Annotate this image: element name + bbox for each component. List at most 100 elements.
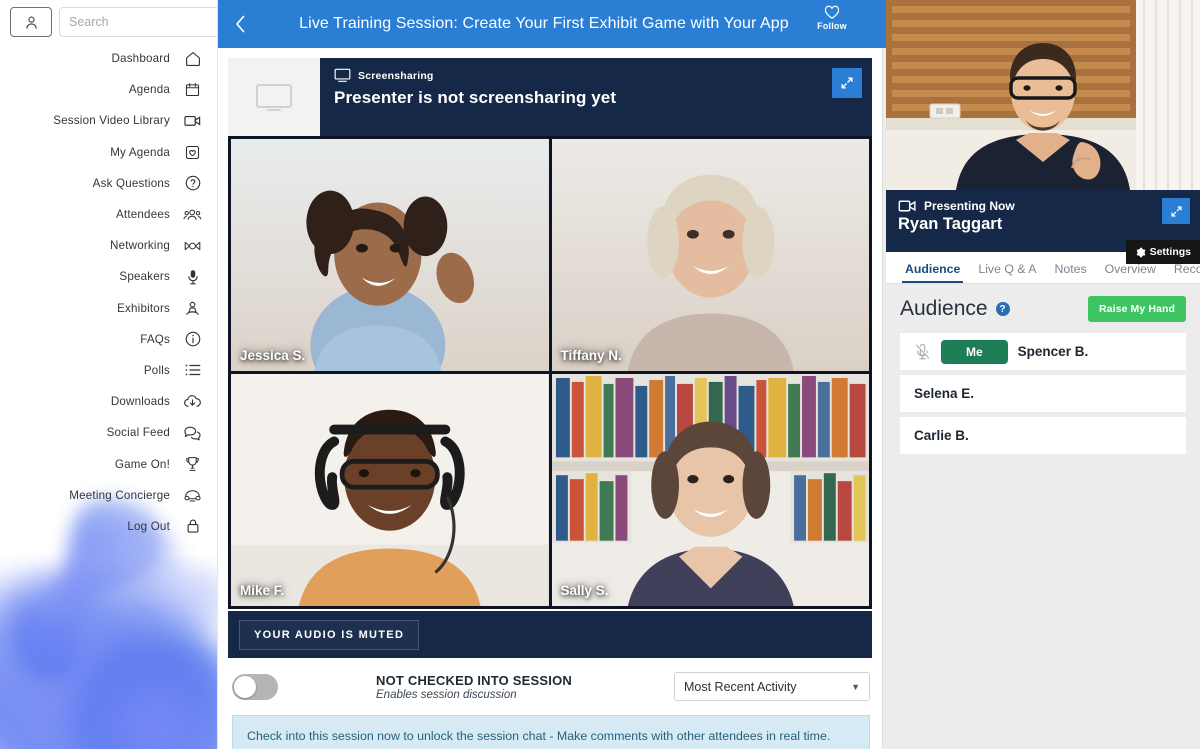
presenter-video[interactable] <box>886 0 1200 190</box>
sidebar-item-label: Social Feed <box>106 426 170 440</box>
exhibitor-icon <box>183 299 202 318</box>
heart-box-icon <box>183 143 202 162</box>
sidebar-item-label: Game On! <box>114 457 170 471</box>
checkin-text: NOT CHECKED INTO SESSION Enables session… <box>292 673 660 701</box>
screenshare-message: Presenter is not screensharing yet <box>334 88 617 107</box>
tab-notes[interactable]: Notes <box>1045 262 1095 283</box>
sidebar-item-label: Speakers <box>119 270 170 284</box>
audience-title: Audience <box>900 297 988 320</box>
search-box[interactable] <box>59 7 217 37</box>
list-icon <box>183 361 202 380</box>
list-item[interactable]: Selena E. <box>900 375 1186 412</box>
tab-recommendations[interactable]: Recomm <box>1165 262 1200 283</box>
presenter-expand-button[interactable] <box>1162 198 1190 224</box>
screenshare-section: Screensharing Presenter is not screensha… <box>218 48 882 136</box>
sidebar-item-attendees[interactable]: Attendees <box>0 199 217 230</box>
sidebar-item-speakers[interactable]: Speakers <box>0 261 217 292</box>
settings-button[interactable]: Settings <box>1125 240 1200 264</box>
expand-arrows-icon <box>841 77 853 89</box>
tab-audience[interactable]: Audience <box>896 262 969 283</box>
main-column: Live Training Session: Create Your First… <box>218 0 886 749</box>
audio-status-bar: YOUR AUDIO IS MUTED <box>228 611 872 658</box>
screenshare-status-bar: Screensharing Presenter is not screensha… <box>320 58 872 136</box>
presenting-now-label: Presenting Now <box>924 199 1015 213</box>
tab-live-qa[interactable]: Live Q & A <box>969 262 1045 283</box>
sidebar-item-exhibitors[interactable]: Exhibitors <box>0 293 217 324</box>
app-root: Dashboard Agenda <box>0 0 1200 749</box>
sort-dropdown[interactable]: Most Recent Activity ▼ <box>674 672 870 701</box>
home-icon <box>183 49 202 68</box>
sidebar-item-label: Downloads <box>110 395 170 409</box>
monitor-icon <box>334 68 351 82</box>
audience-header: Audience ? Raise My Hand <box>900 296 1186 322</box>
audio-muted-button[interactable]: YOUR AUDIO IS MUTED <box>239 619 420 650</box>
participant-photo <box>231 374 549 606</box>
sidebar-item-faqs[interactable]: FAQs <box>0 324 217 355</box>
sidebar-item-label: Exhibitors <box>117 301 170 315</box>
sidebar-item-game-on[interactable]: Game On! <box>0 448 217 479</box>
video-camera-icon <box>183 111 202 130</box>
chat-locked-notice: Check into this session now to unlock th… <box>232 715 870 749</box>
sidebar-item-dashboard[interactable]: Dashboard <box>0 43 217 74</box>
screenshare-expand-button[interactable] <box>832 68 862 98</box>
video-tile[interactable]: Tiffany N. <box>551 139 869 371</box>
participant-photo <box>551 139 869 371</box>
me-badge[interactable]: Me <box>941 339 1008 364</box>
video-tile[interactable]: Mike F. <box>231 374 549 606</box>
sidebar-item-agenda[interactable]: Agenda <box>0 74 217 105</box>
participant-name: Mike F. <box>240 583 285 598</box>
presenting-now-bar: Presenting Now Ryan Taggart Settings <box>886 190 1200 264</box>
video-camera-icon <box>898 200 916 212</box>
participant-name: Sally S. <box>560 583 609 598</box>
sidebar-item-label: Session Video Library <box>53 114 170 128</box>
follow-button[interactable]: Follow <box>804 4 860 31</box>
sidebar-item-label: Networking <box>110 239 170 253</box>
sidebar-item-label: My Agenda <box>110 145 170 159</box>
list-item[interactable]: Me Spencer B. <box>900 333 1186 370</box>
sidebar-item-polls[interactable]: Polls <box>0 355 217 386</box>
sidebar-item-social-feed[interactable]: Social Feed <box>0 417 217 448</box>
chevron-left-icon <box>235 15 244 33</box>
audience-panel: Audience ? Raise My Hand Me Spencer B. S… <box>886 284 1200 749</box>
sidebar-item-log-out[interactable]: Log Out <box>0 511 217 542</box>
monitor-icon <box>256 84 292 111</box>
page-title: Live Training Session: Create Your First… <box>299 15 789 32</box>
trophy-icon <box>183 455 202 474</box>
profile-button[interactable] <box>10 7 52 37</box>
sidebar-item-downloads[interactable]: Downloads <box>0 386 217 417</box>
back-button[interactable] <box>218 0 262 48</box>
search-input[interactable] <box>69 15 217 29</box>
content-area: Screensharing Presenter is not screensha… <box>218 48 886 749</box>
tab-overview[interactable]: Overview <box>1096 262 1165 283</box>
session-header: Live Training Session: Create Your First… <box>218 0 886 48</box>
sidebar-item-my-agenda[interactable]: My Agenda <box>0 137 217 168</box>
sidebar-item-label: FAQs <box>140 332 170 346</box>
people-icon <box>183 205 202 224</box>
chat-notice-wrap: Check into this session now to unlock th… <box>218 715 882 749</box>
sidebar-item-networking[interactable]: Networking <box>0 230 217 261</box>
raise-my-hand-button[interactable]: Raise My Hand <box>1088 296 1186 322</box>
sidebar-item-meeting-concierge[interactable]: Meeting Concierge <box>0 480 217 511</box>
list-item[interactable]: Carlie B. <box>900 417 1186 454</box>
video-grid-wrap: Jessica S. Tiffany N. Mike F. Sally S. <box>218 136 882 611</box>
sidebar-item-session-video-library[interactable]: Session Video Library <box>0 105 217 136</box>
video-grid: Jessica S. Tiffany N. Mike F. Sally S. <box>228 136 872 609</box>
participant-photo <box>231 139 549 371</box>
checkin-toggle[interactable] <box>232 673 278 700</box>
video-tile[interactable]: Sally S. <box>551 374 869 606</box>
cloud-download-icon <box>183 392 202 411</box>
attendee-name: Spencer B. <box>1017 344 1089 359</box>
sort-value: Most Recent Activity <box>684 679 797 694</box>
attendee-name: Carlie B. <box>914 428 969 443</box>
screenshare-kicker: Screensharing <box>358 69 434 82</box>
checkin-subtitle: Enables session discussion <box>376 688 517 701</box>
networking-icon <box>183 236 202 255</box>
caret-down-icon: ▼ <box>851 681 860 692</box>
screenshare-thumbnail <box>228 58 320 136</box>
sidebar-item-label: Polls <box>143 363 170 377</box>
sidebar-item-ask-questions[interactable]: Ask Questions <box>0 168 217 199</box>
question-mark-icon[interactable]: ? <box>995 302 1010 316</box>
settings-label: Settings <box>1149 246 1191 258</box>
video-tile[interactable]: Jessica S. <box>231 139 549 371</box>
lock-icon <box>183 517 202 536</box>
